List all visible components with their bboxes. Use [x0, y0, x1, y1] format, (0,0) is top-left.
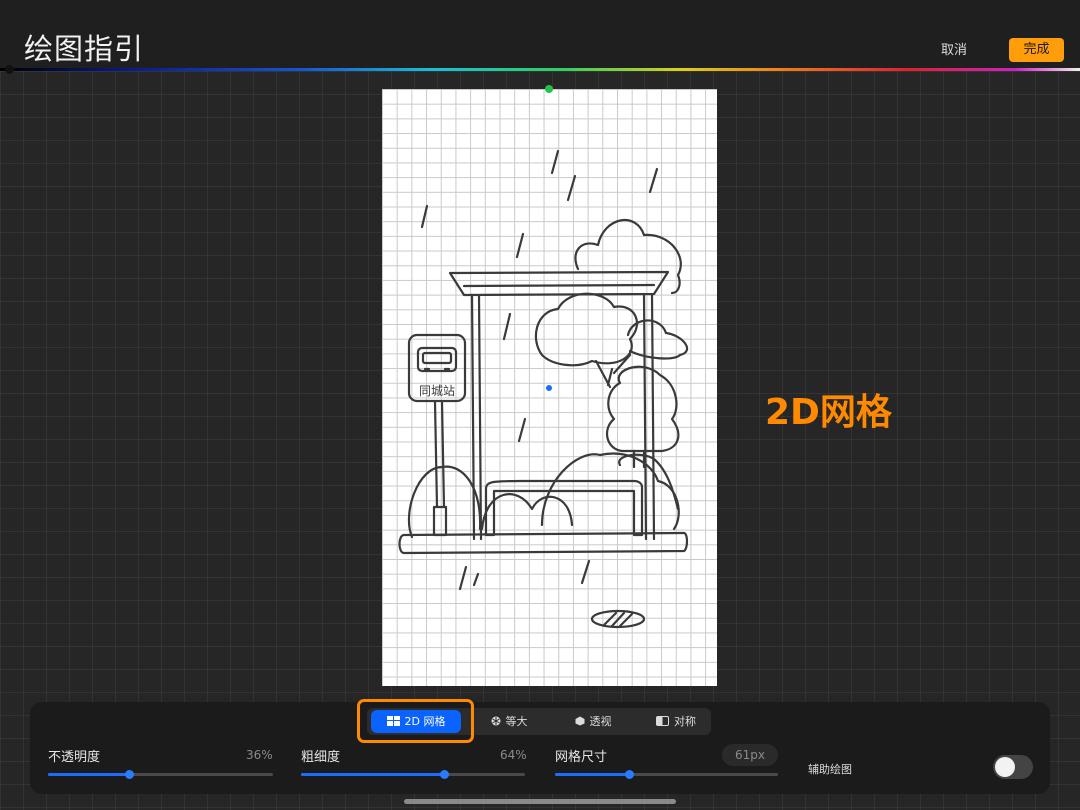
thickness-slider-fill: [301, 773, 444, 776]
grid-size-slider[interactable]: [555, 770, 778, 779]
thickness-label: 粗细度: [301, 750, 341, 765]
perspective-icon: [575, 709, 585, 736]
done-button[interactable]: 完成: [1009, 38, 1064, 62]
tab-perspective[interactable]: 透视: [562, 708, 624, 735]
sign-text: 同城站: [419, 384, 455, 398]
isometric-icon: [491, 709, 501, 736]
tab-label: 透视: [589, 715, 612, 728]
thickness-slider[interactable]: [301, 770, 525, 779]
opacity-slider-fill: [48, 773, 129, 776]
grid-size-slider-knob[interactable]: [625, 770, 634, 779]
color-slider-handle[interactable]: [5, 65, 14, 74]
tab-symmetry[interactable]: 对称: [645, 708, 707, 735]
annotation-callout: 2D网格: [765, 392, 892, 433]
toggle-knob: [995, 757, 1015, 777]
guide-color-slider[interactable]: [0, 68, 1080, 71]
tab-label: 对称: [674, 715, 696, 728]
grid-center-handle[interactable]: [546, 385, 552, 391]
grid-rotation-handle[interactable]: [545, 85, 553, 93]
page-title: 绘图指引: [24, 32, 145, 66]
tab-isometric[interactable]: 等大: [478, 708, 540, 735]
opacity-slider-knob[interactable]: [125, 770, 134, 779]
home-indicator: [404, 799, 676, 804]
assisted-drawing-toggle[interactable]: [993, 755, 1033, 779]
opacity-label: 不透明度: [48, 750, 101, 765]
thickness-value: 64%: [500, 748, 527, 762]
symmetry-icon: [656, 709, 669, 736]
grid-size-value[interactable]: 61px: [722, 744, 778, 766]
opacity-slider[interactable]: [48, 770, 273, 779]
assisted-drawing-label: 辅助绘图: [808, 763, 852, 776]
tab-label: 等大: [505, 715, 528, 728]
thickness-slider-knob[interactable]: [440, 770, 449, 779]
grid-size-slider-fill: [555, 773, 629, 776]
cancel-button[interactable]: 取消: [934, 41, 974, 61]
top-bar: [0, 0, 1080, 69]
opacity-value: 36%: [246, 748, 273, 762]
highlight-annotation-box: [357, 699, 474, 743]
grid-size-label: 网格尺寸: [555, 750, 608, 765]
